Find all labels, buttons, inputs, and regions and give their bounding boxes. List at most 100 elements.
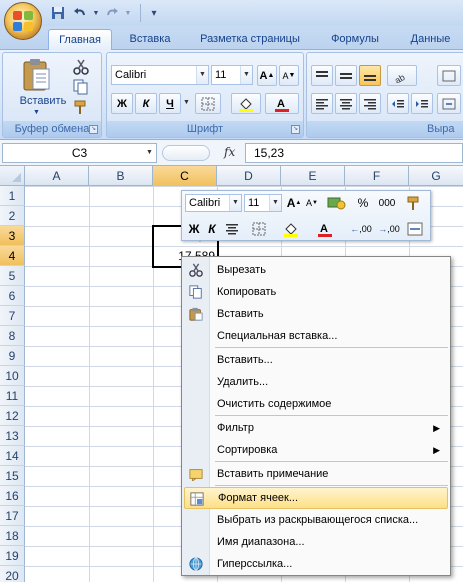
merge-cells-button[interactable] bbox=[437, 93, 461, 114]
row-header-10[interactable]: 10 bbox=[0, 366, 25, 386]
row-header-15[interactable]: 15 bbox=[0, 466, 25, 486]
row-header-6[interactable]: 6 bbox=[0, 286, 25, 306]
clipboard-launcher-icon[interactable]: ↘ bbox=[89, 125, 98, 134]
menu-item-11[interactable]: Формат ячеек... bbox=[184, 487, 448, 509]
font-launcher-icon[interactable]: ↘ bbox=[291, 125, 300, 134]
mini-font-size-combo[interactable]: 11 ▼ bbox=[244, 194, 282, 212]
tab-data[interactable]: Данные bbox=[398, 29, 463, 50]
column-header-b[interactable]: B bbox=[89, 166, 153, 186]
tab-home[interactable]: Главная bbox=[48, 29, 112, 50]
tab-insert[interactable]: Вставка bbox=[118, 29, 182, 50]
chevron-down-icon[interactable]: ▼ bbox=[269, 195, 281, 211]
row-header-3[interactable]: 3 bbox=[0, 226, 25, 246]
formula-input[interactable]: 15,23 bbox=[245, 143, 463, 163]
menu-item-5[interactable]: Вставить... bbox=[184, 349, 448, 371]
mini-accounting-format-button[interactable] bbox=[324, 193, 350, 213]
insert-function-button[interactable]: fx bbox=[224, 145, 235, 159]
row-header-14[interactable]: 14 bbox=[0, 446, 25, 466]
copy-icon[interactable] bbox=[73, 79, 89, 95]
row-header-1[interactable]: 1 bbox=[0, 186, 25, 206]
underline-button[interactable]: Ч bbox=[159, 93, 181, 114]
borders-button[interactable] bbox=[195, 93, 221, 114]
paste-dropdown-icon[interactable]: ▼ bbox=[33, 109, 40, 116]
mini-bold-button[interactable]: Ж bbox=[186, 219, 202, 239]
customize-qat-button[interactable]: ▾ bbox=[146, 5, 162, 21]
column-header-a[interactable]: A bbox=[25, 166, 89, 186]
mini-grow-font-button[interactable]: A ▲ bbox=[285, 193, 303, 213]
format-painter-icon[interactable] bbox=[73, 99, 89, 115]
align-left-button[interactable] bbox=[311, 93, 333, 114]
mini-format-painter-button[interactable] bbox=[404, 193, 424, 213]
align-middle-button[interactable] bbox=[335, 65, 357, 86]
align-center-button[interactable] bbox=[335, 93, 357, 114]
mini-merge-center-button[interactable] bbox=[404, 219, 426, 239]
bold-button[interactable]: Ж bbox=[111, 93, 133, 114]
mini-center-button[interactable] bbox=[222, 219, 242, 239]
row-header-4[interactable]: 4 bbox=[0, 246, 25, 266]
increase-indent-button[interactable] bbox=[411, 93, 433, 114]
row-header-16[interactable]: 16 bbox=[0, 486, 25, 506]
name-box-dropdown-icon[interactable]: ▼ bbox=[146, 149, 153, 156]
row-header-17[interactable]: 17 bbox=[0, 506, 25, 526]
shrink-font-button[interactable]: A ▼ bbox=[279, 65, 299, 86]
menu-item-9[interactable]: Сортировка ▶ bbox=[184, 439, 448, 461]
chevron-down-icon[interactable]: ▼ bbox=[229, 195, 241, 211]
row-header-11[interactable]: 11 bbox=[0, 386, 25, 406]
menu-item-8[interactable]: Фильтр ▶ bbox=[184, 417, 448, 439]
undo-icon[interactable] bbox=[72, 5, 88, 21]
column-header-d[interactable]: D bbox=[217, 166, 281, 186]
row-header-2[interactable]: 2 bbox=[0, 206, 25, 226]
mini-thousands-button[interactable]: 000 bbox=[374, 193, 400, 213]
mini-percent-button[interactable]: % bbox=[354, 193, 372, 213]
formula-expand-control[interactable] bbox=[162, 145, 210, 161]
paste-button-label[interactable]: Вставить bbox=[13, 95, 73, 107]
mini-decrease-decimal-button[interactable]: → ,00 bbox=[376, 219, 402, 239]
row-header-8[interactable]: 8 bbox=[0, 326, 25, 346]
mini-italic-button[interactable]: К bbox=[204, 219, 220, 239]
menu-item-1[interactable]: Вырезать bbox=[184, 259, 448, 281]
font-color-button[interactable]: A bbox=[265, 93, 299, 114]
redo-dropdown-icon[interactable]: ▼ bbox=[120, 5, 136, 21]
row-header-7[interactable]: 7 bbox=[0, 306, 25, 326]
mini-borders-button[interactable] bbox=[246, 219, 272, 239]
row-header-9[interactable]: 9 bbox=[0, 346, 25, 366]
redo-icon[interactable] bbox=[104, 5, 120, 21]
row-header-18[interactable]: 18 bbox=[0, 526, 25, 546]
name-box[interactable]: C3 bbox=[2, 143, 157, 163]
undo-dropdown-icon[interactable]: ▼ bbox=[88, 5, 104, 21]
menu-item-13[interactable]: Имя диапазона... bbox=[184, 531, 448, 553]
grow-font-button[interactable]: A ▲ bbox=[257, 65, 277, 86]
font-name-combo[interactable]: Calibri ▼ bbox=[111, 65, 209, 85]
mini-font-name-combo[interactable]: Calibri ▼ bbox=[185, 194, 242, 212]
row-header-12[interactable]: 12 bbox=[0, 406, 25, 426]
tab-formulas[interactable]: Формулы bbox=[320, 29, 390, 50]
decrease-indent-button[interactable] bbox=[387, 93, 409, 114]
menu-item-7[interactable]: Очистить содержимое bbox=[184, 393, 448, 415]
paste-icon[interactable] bbox=[21, 57, 51, 93]
column-header-e[interactable]: E bbox=[281, 166, 345, 186]
chevron-down-icon[interactable]: ▼ bbox=[240, 66, 252, 84]
menu-item-10[interactable]: Вставить примечание bbox=[184, 463, 448, 485]
italic-button[interactable]: К bbox=[135, 93, 157, 114]
fill-color-button[interactable] bbox=[231, 93, 261, 114]
menu-item-12[interactable]: Выбрать из раскрывающегося списка... bbox=[184, 509, 448, 531]
select-all-button[interactable] bbox=[0, 166, 25, 186]
menu-item-4[interactable]: Специальная вставка... bbox=[184, 325, 448, 347]
column-header-f[interactable]: F bbox=[345, 166, 409, 186]
row-header-20[interactable]: 20 bbox=[0, 566, 25, 582]
mini-font-color-button[interactable]: A bbox=[310, 219, 340, 239]
menu-item-3[interactable]: Вставить bbox=[184, 303, 448, 325]
mini-increase-decimal-button[interactable]: ← ,00 bbox=[348, 219, 374, 239]
menu-item-14[interactable]: Гиперссылка... bbox=[184, 553, 448, 575]
scissors-icon[interactable] bbox=[73, 59, 89, 75]
mini-fill-color-button[interactable] bbox=[276, 219, 306, 239]
align-top-button[interactable] bbox=[311, 65, 333, 86]
office-button[interactable] bbox=[4, 2, 42, 40]
chevron-down-icon[interactable]: ▼ bbox=[196, 66, 208, 84]
orientation-button[interactable]: ab bbox=[387, 65, 417, 86]
menu-item-6[interactable]: Удалить... bbox=[184, 371, 448, 393]
align-bottom-button[interactable] bbox=[359, 65, 381, 86]
underline-dropdown-icon[interactable]: ▼ bbox=[183, 99, 190, 106]
font-size-combo[interactable]: 11 ▼ bbox=[211, 65, 253, 85]
menu-item-2[interactable]: Копировать bbox=[184, 281, 448, 303]
